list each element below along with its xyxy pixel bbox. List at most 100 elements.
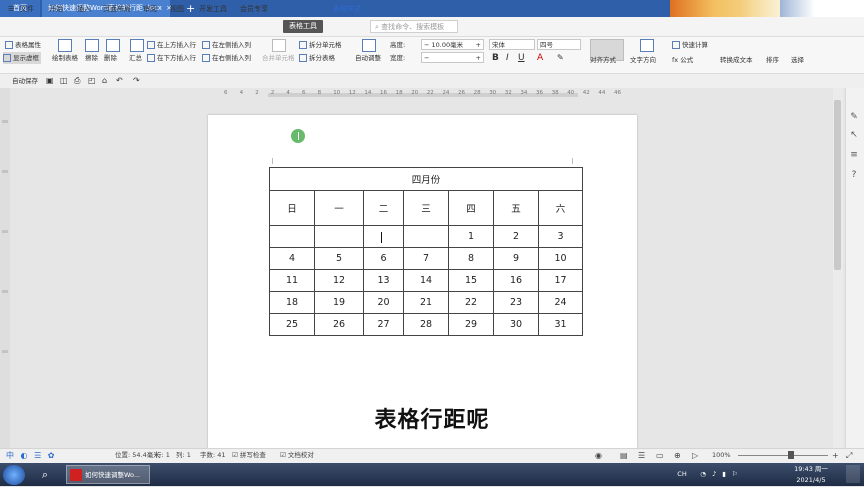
ime-toolbar-icons[interactable]: 中 ◐ ☰ ✿ <box>6 448 56 463</box>
start-button[interactable] <box>3 465 25 485</box>
calendar-cell[interactable] <box>269 225 315 248</box>
show-desktop-button[interactable] <box>846 465 860 483</box>
calendar-cell[interactable]: 1 <box>448 225 494 248</box>
highlight-icon[interactable]: ✎ <box>557 52 564 64</box>
calendar-cell[interactable]: 四 <box>448 190 494 226</box>
calendar-cell[interactable]: 5 <box>314 247 364 270</box>
calendar-cell[interactable] <box>403 225 449 248</box>
split-table-button[interactable]: 拆分表格 <box>299 52 335 64</box>
calendar-cell[interactable]: 27 <box>363 313 404 336</box>
print-icon[interactable]: ⎙ <box>74 75 80 87</box>
ime-indicator[interactable]: CH <box>676 463 688 486</box>
save-icon[interactable]: ▣ <box>46 75 54 87</box>
insert-col-right-button[interactable]: 在右侧插入列 <box>202 52 251 64</box>
calendar-cell[interactable]: 六 <box>538 190 583 226</box>
merge-cells-button[interactable]: 合并单元格 <box>262 52 295 64</box>
zoom-slider[interactable] <box>738 455 828 456</box>
autosave-toggle[interactable]: 自动保存 <box>12 75 38 87</box>
settings-sliders-icon[interactable]: ≡ <box>849 150 859 160</box>
calendar-cell[interactable]: 26 <box>314 313 364 336</box>
menu-view[interactable]: 视图 <box>170 0 184 19</box>
zoom-level[interactable]: 100% <box>712 448 731 463</box>
font-name-select[interactable]: 宋体 <box>489 39 535 50</box>
taskbar-wps-window[interactable]: 如何快速调整Wo... <box>66 465 150 484</box>
doccheck-button[interactable]: ☑ 文档校对 <box>280 448 314 463</box>
menu-table-style[interactable]: 表格样式 <box>333 0 361 19</box>
auto-fit-button[interactable]: 自动调整 <box>355 52 381 64</box>
redo-icon[interactable]: ↷ <box>133 75 140 87</box>
font-size-select[interactable]: 四号 <box>537 39 581 50</box>
width-minus[interactable]: − <box>424 54 429 62</box>
spellcheck-button[interactable]: ☑ 拼写检查 <box>232 448 266 463</box>
zoom-in-icon[interactable]: + <box>832 448 839 463</box>
eye-protect-icon[interactable]: ◉ <box>595 448 602 463</box>
menu-file[interactable]: 文件 <box>20 0 34 19</box>
calendar-cell[interactable]: 15 <box>448 269 494 292</box>
calendar-cell[interactable]: 二 <box>363 190 404 226</box>
calendar-cell[interactable] <box>363 225 404 248</box>
menu-developer[interactable]: 开发工具 <box>199 0 227 19</box>
width-plus[interactable]: + <box>476 53 481 64</box>
calendar-cell[interactable]: 3 <box>538 225 583 248</box>
help-icon[interactable]: ? <box>849 170 859 180</box>
calendar-cell[interactable]: 29 <box>448 313 494 336</box>
tray-icons[interactable]: ◔ ♪ ▮ ⚐ <box>690 463 750 486</box>
width-input[interactable]: − + <box>421 52 484 63</box>
formula-button[interactable]: fx 公式 <box>672 54 693 66</box>
text-direction-button[interactable]: 文字方向 <box>630 54 656 66</box>
calendar-cell[interactable]: 16 <box>493 269 539 292</box>
menu-table-tools[interactable]: 表格工具 <box>283 20 323 33</box>
height-input[interactable]: − 10.00毫米 + <box>421 39 484 50</box>
show-gridlines-button[interactable]: 显示虚框 <box>3 52 41 64</box>
summary-button[interactable]: 汇总 <box>129 52 142 64</box>
underline-button[interactable]: U <box>518 52 525 64</box>
calendar-cell[interactable]: 20 <box>363 291 404 314</box>
calendar-cell[interactable]: 28 <box>403 313 449 336</box>
calendar-cell[interactable]: 2 <box>493 225 539 248</box>
insert-row-above-button[interactable]: 在上方插入行 <box>147 39 196 51</box>
calendar-cell[interactable]: 7 <box>403 247 449 270</box>
calendar-cell[interactable]: 9 <box>493 247 539 270</box>
calendar-cell[interactable]: 17 <box>538 269 583 292</box>
menu-review[interactable]: 审阅 <box>143 0 157 19</box>
calendar-cell[interactable]: 24 <box>538 291 583 314</box>
calendar-table[interactable]: 四月份 日一二三四五六 1 2 3 4 5 6 7 8 9 10 11 12 13 14 15 16 17 18 19… <box>269 167 583 336</box>
calendar-cell[interactable] <box>314 225 364 248</box>
menu-member[interactable]: 会员专享 <box>240 0 268 19</box>
calendar-cell[interactable]: 30 <box>493 313 539 336</box>
calendar-cell[interactable]: 一 <box>314 190 364 226</box>
calendar-cell[interactable]: 12 <box>314 269 364 292</box>
italic-button[interactable]: I <box>506 52 509 64</box>
calendar-cell[interactable]: 14 <box>403 269 449 292</box>
read-mode-icon[interactable]: ▷ <box>692 448 698 463</box>
calendar-cell[interactable]: 18 <box>269 291 315 314</box>
draw-table-button[interactable]: 绘制表格 <box>52 52 78 64</box>
clock[interactable]: 19:43 周一 2021/4/5 <box>790 463 832 487</box>
menu-insert[interactable]: 插入 <box>77 0 91 19</box>
menu-page-layout[interactable]: 页面布局 <box>103 0 131 19</box>
command-search-input[interactable]: ⌕ 查找命令、搜索模板 <box>370 20 458 33</box>
delete-button[interactable]: 删除 <box>104 52 117 64</box>
calendar-cell[interactable]: 13 <box>363 269 404 292</box>
sort-button[interactable]: 排序 <box>766 54 779 66</box>
to-text-button[interactable]: 转换成文本 <box>720 54 753 66</box>
explorer-icon[interactable]: ⌕ <box>36 463 54 486</box>
outline-view-icon[interactable]: ☰ <box>638 448 645 463</box>
insert-row-below-button[interactable]: 在下方插入行 <box>147 52 196 64</box>
quick-calc-button[interactable]: 快速计算 <box>672 39 708 51</box>
fullscreen-icon[interactable]: ⤢ <box>846 448 852 463</box>
height-minus[interactable]: − <box>424 41 432 49</box>
calendar-title-cell[interactable]: 四月份 <box>269 167 583 191</box>
calendar-cell[interactable]: 日 <box>269 190 315 226</box>
page-view-icon[interactable]: ▤ <box>620 448 628 463</box>
align-button[interactable]: 对齐方式 <box>590 54 616 66</box>
scrollbar-thumb[interactable] <box>834 100 841 270</box>
calendar-cell[interactable]: 31 <box>538 313 583 336</box>
split-cells-button[interactable]: 拆分单元格 <box>299 39 342 51</box>
paint-icon[interactable]: ⌂ <box>102 75 107 87</box>
calendar-cell[interactable]: 25 <box>269 313 315 336</box>
preview-icon[interactable]: ◰ <box>88 75 96 87</box>
select-button[interactable]: 选择 <box>791 54 804 66</box>
table-properties-button[interactable]: 表格属性 <box>5 39 41 51</box>
calendar-cell[interactable]: 8 <box>448 247 494 270</box>
